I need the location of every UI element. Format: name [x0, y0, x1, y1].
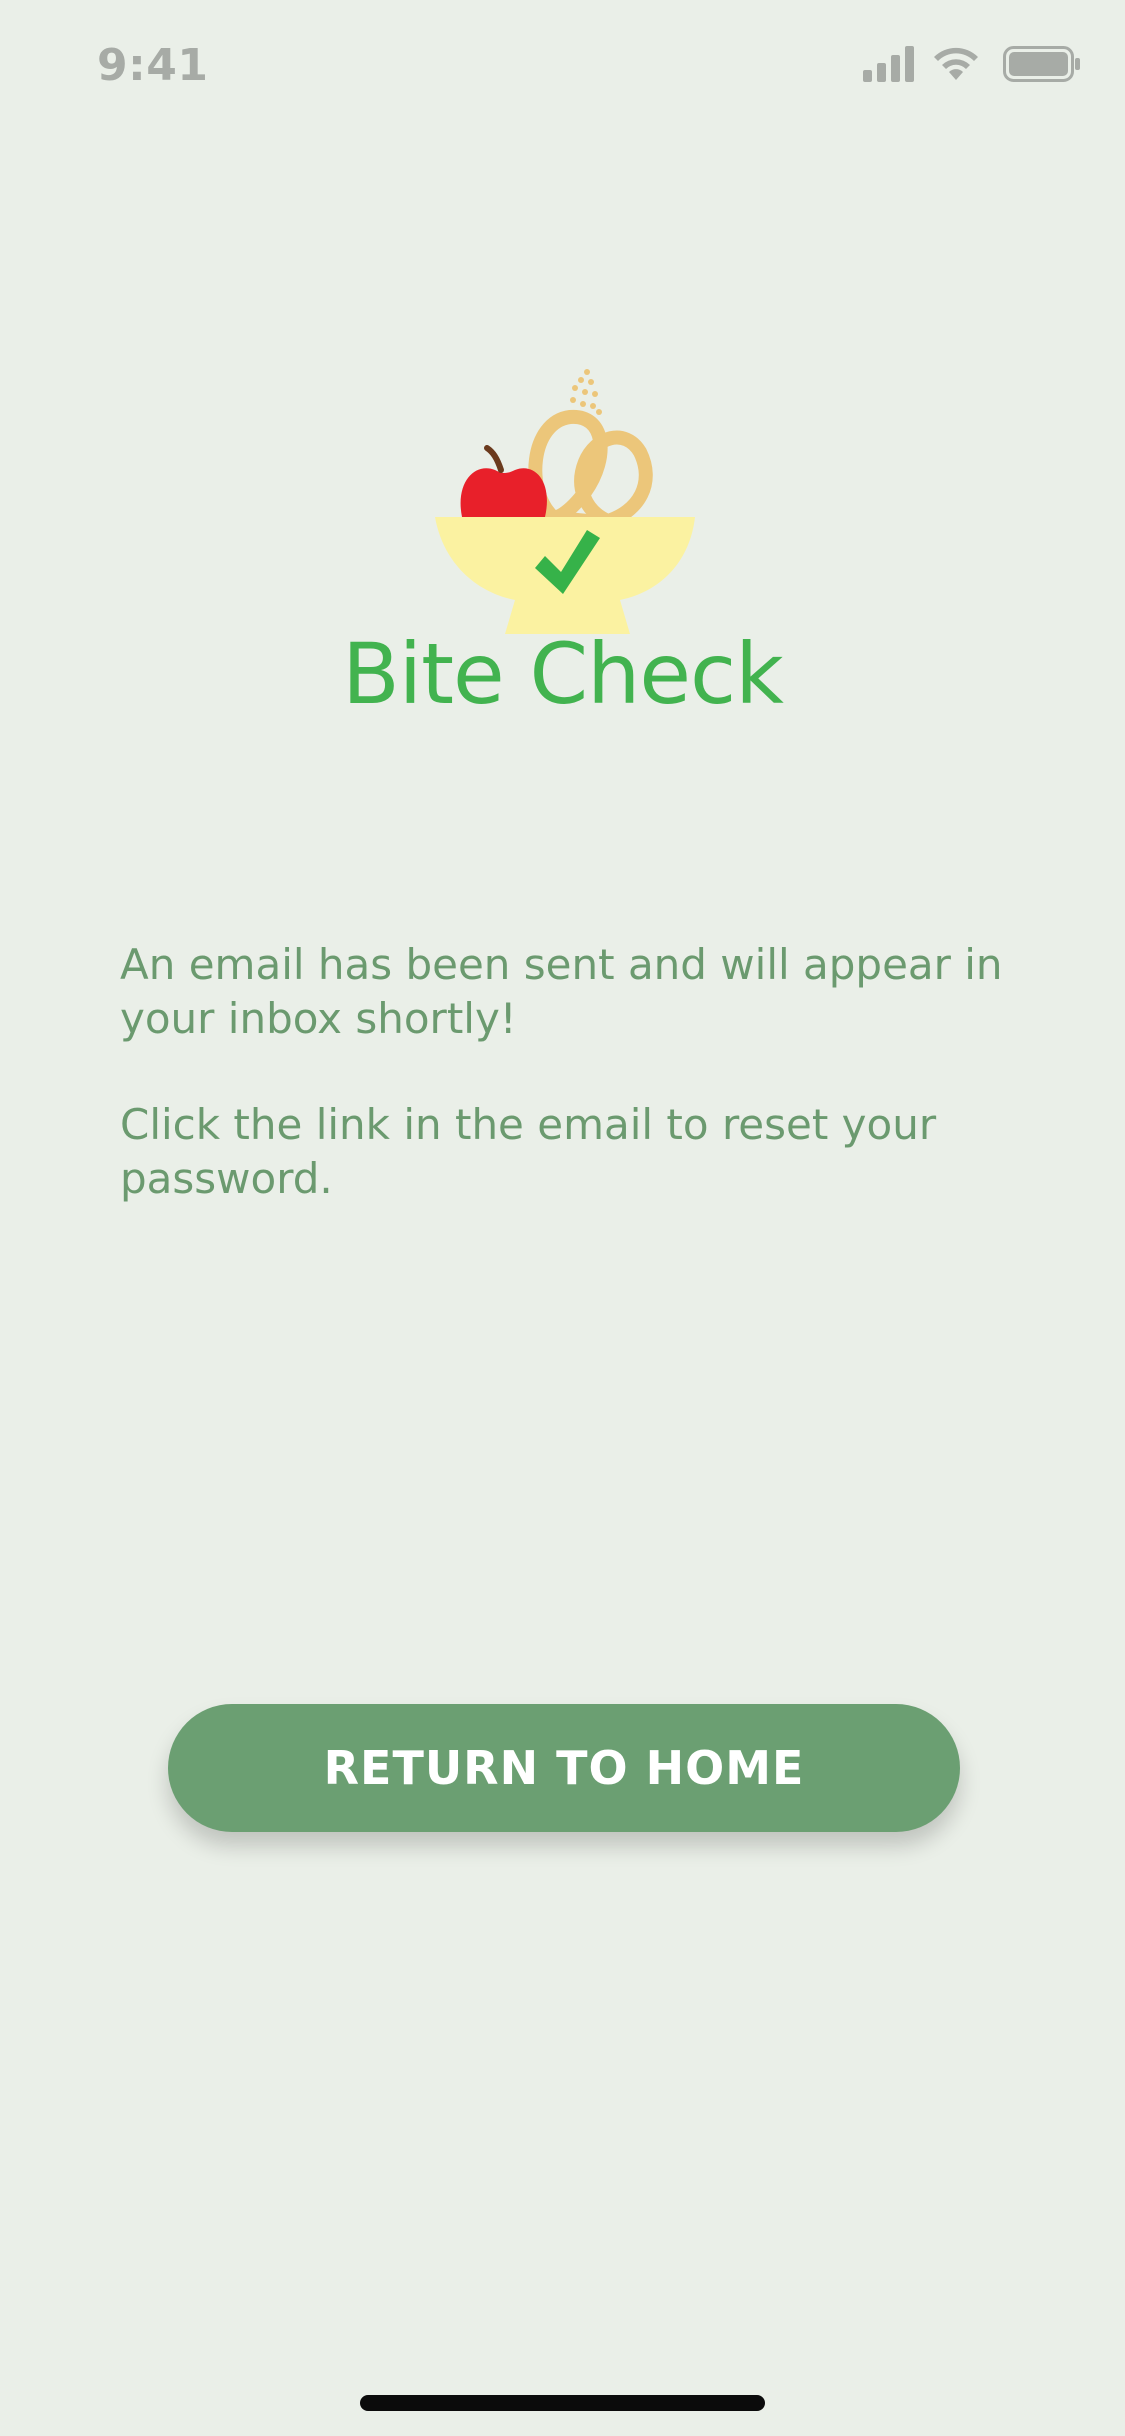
cellular-signal-icon	[863, 46, 914, 82]
home-indicator[interactable]	[360, 2395, 765, 2411]
brand-name: Bite Check	[342, 625, 784, 723]
confirmation-message: An email has been sent and will appear i…	[120, 938, 1020, 1258]
battery-icon	[1003, 46, 1080, 82]
email-sent-text: An email has been sent and will appear i…	[120, 940, 1003, 1043]
status-icons	[863, 46, 1083, 86]
status-bar: 9:41	[0, 0, 1125, 135]
bite-check-logo-icon	[435, 362, 705, 642]
return-to-home-button[interactable]: RETURN TO HOME	[168, 1704, 960, 1832]
reset-instructions-text: Click the link in the email to reset you…	[120, 1100, 937, 1203]
status-time: 9:41	[97, 40, 209, 91]
wifi-icon	[934, 47, 978, 80]
